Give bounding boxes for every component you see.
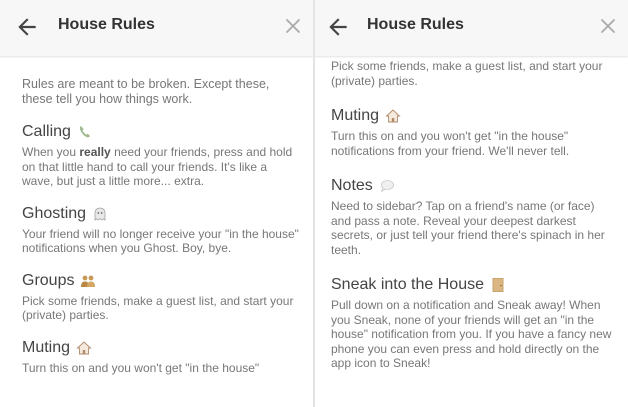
rule-title: Groups (22, 271, 75, 289)
app-bar: House Rules (315, 0, 628, 56)
rule-ghosting: Ghosting Your friend will no longer rece… (22, 204, 299, 256)
rule-title: Muting (22, 338, 71, 356)
house-rules-panel-right: House Rules Pick some friends, make a gu… (315, 0, 628, 407)
back-arrow-icon[interactable] (14, 14, 40, 40)
rule-description: Pull down on a notification and Sneak aw… (331, 298, 612, 370)
rule-heading: Muting (22, 338, 299, 358)
page-title: House Rules (58, 16, 155, 33)
rule-title: Ghosting (22, 204, 87, 222)
rule-heading: Ghosting (22, 204, 299, 224)
app-bar: House Rules (0, 0, 313, 56)
page-title: House Rules (367, 16, 464, 33)
intro-text: Rules are meant to be broken. Except the… (22, 77, 270, 106)
close-icon[interactable] (596, 14, 620, 38)
rule-title: Notes (331, 177, 373, 194)
rule-sneak: Sneak into the House Pull down on a noti… (331, 275, 614, 371)
rule-heading: Muting (331, 106, 614, 126)
rule-heading: Calling (22, 122, 299, 142)
rules-list: Pick some friends, make a guest list, an… (331, 56, 614, 407)
rule-title: Calling (22, 123, 71, 140)
rule-description: Turn this on and you won't get "in the h… (22, 360, 260, 375)
rule-title: Sneak into the House (331, 276, 484, 293)
rule-heading: Notes (331, 176, 614, 196)
close-icon[interactable] (281, 14, 305, 38)
rule-description: Pick some friends, make a guest list, an… (22, 293, 294, 323)
house-icon (385, 109, 401, 123)
rule-notes: Notes Need to sidebar? Tap on a friend's… (331, 176, 614, 257)
rule-description: Need to sidebar? Tap on a friend's name … (331, 199, 605, 257)
rule-groups: Groups Pick some friends, make a guest l… (22, 271, 299, 323)
rule-muting: Muting Turn this on and you won't get "i… (331, 106, 614, 158)
house-rules-panel-left: House Rules Rules are meant to be broken… (0, 0, 313, 407)
door-icon (492, 278, 504, 292)
rule-heading: Sneak into the House (331, 275, 614, 295)
ghost-icon (94, 207, 106, 221)
rule-description: Pick some friends, make a guest list, an… (331, 59, 603, 88)
rule-description: When you really need your friends, press… (22, 145, 293, 188)
speech-bubble-icon (380, 180, 394, 193)
rule-heading: Groups (22, 271, 299, 291)
rule-description: Turn this on and you won't get "in the h… (331, 129, 570, 158)
back-arrow-icon[interactable] (325, 14, 351, 40)
rule-description: Your friend will no longer receive your … (22, 226, 299, 256)
rule-calling: Calling When you really need your friend… (22, 122, 299, 189)
group-icon (81, 275, 96, 287)
rule-muting: Muting Turn this on and you won't get "i… (22, 338, 299, 376)
rules-list: Rules are meant to be broken. Except the… (22, 56, 299, 407)
phone-icon (79, 126, 90, 138)
rule-title: Muting (331, 107, 380, 124)
house-icon (76, 340, 92, 354)
